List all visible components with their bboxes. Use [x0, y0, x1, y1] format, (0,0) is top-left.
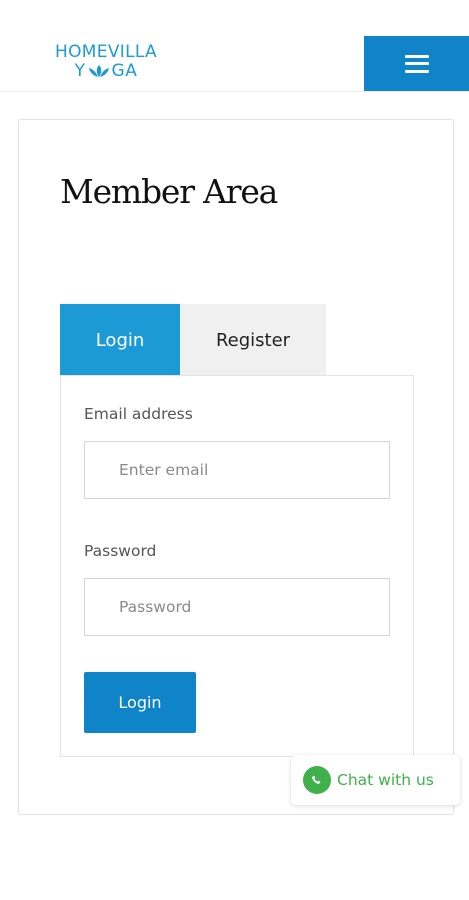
logo-text-top: HOMEVILLA [55, 42, 157, 62]
tab-login[interactable]: Login [60, 304, 180, 376]
page-title: Member Area [60, 172, 278, 211]
login-form: Email address Password Login [60, 375, 414, 757]
site-header: HOMEVILLA Y GA [0, 0, 469, 92]
logo-text-ga: GA [111, 61, 138, 81]
menu-button[interactable] [364, 36, 469, 91]
lotus-icon [87, 64, 111, 78]
whatsapp-icon [303, 766, 331, 794]
tab-register[interactable]: Register [180, 304, 326, 376]
logo-text-y: Y [74, 61, 86, 81]
password-field[interactable] [84, 578, 390, 636]
chat-label: Chat with us [337, 771, 434, 789]
login-button[interactable]: Login [84, 672, 196, 733]
page: HOMEVILLA Y GA Member Area Login Registe… [0, 0, 469, 900]
hamburger-icon [404, 54, 429, 73]
email-label: Email address [84, 405, 193, 423]
logo-text-bottom: Y GA [46, 62, 166, 80]
member-area-card: Member Area Login Register Email address… [18, 119, 454, 815]
email-field[interactable] [84, 441, 390, 499]
site-logo[interactable]: HOMEVILLA Y GA [46, 42, 166, 80]
chat-widget[interactable]: Chat with us [291, 755, 460, 805]
password-label: Password [84, 542, 157, 560]
